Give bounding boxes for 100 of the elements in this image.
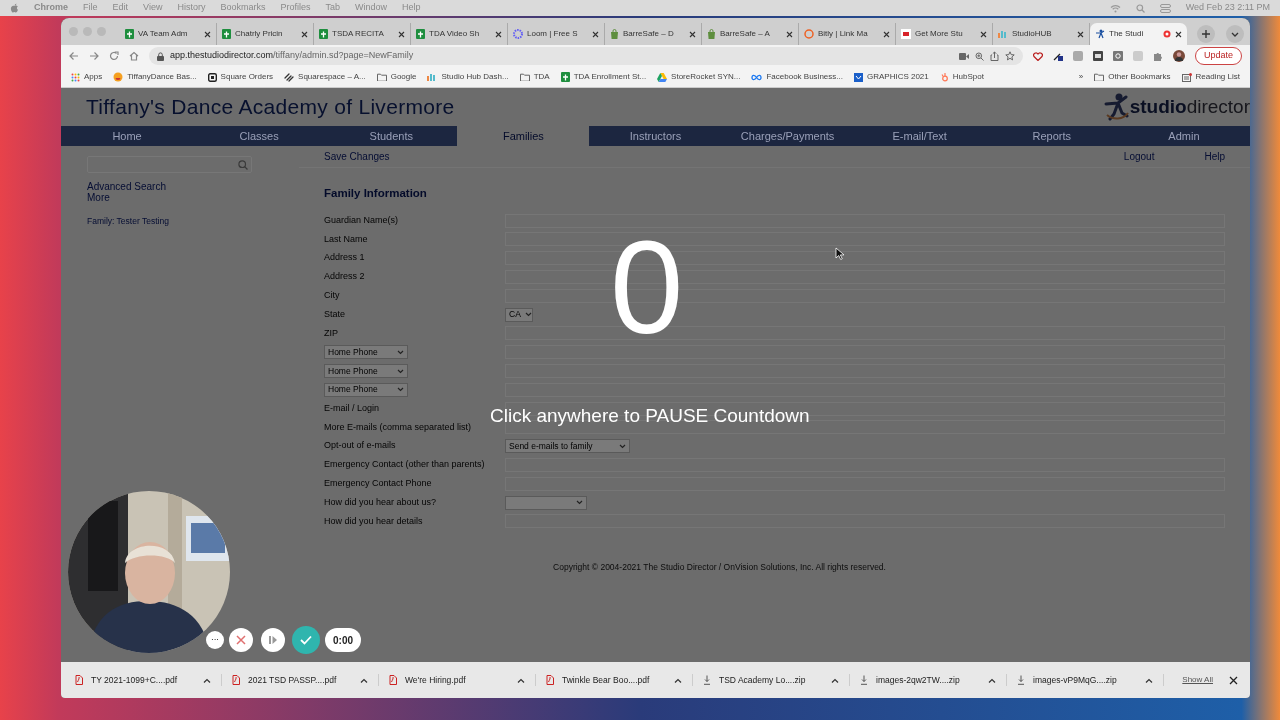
dropdown-select[interactable]: Send e-mails to family bbox=[505, 439, 630, 454]
close-icon[interactable] bbox=[786, 30, 793, 38]
download-file-name[interactable]: Twinkle Bear Boo....pdf bbox=[562, 673, 666, 687]
bookmark[interactable]: Square Orders bbox=[207, 71, 274, 83]
url-text: app.thestudiodirector.com/tiffany/admin.sd?page=NewFamily bbox=[170, 49, 414, 63]
chevron-up-icon[interactable] bbox=[203, 677, 211, 683]
bookmarks-overflow-button[interactable]: » bbox=[1078, 71, 1084, 83]
countdown-message[interactable]: Click anywhere to PAUSE Countdown bbox=[490, 402, 810, 431]
pdf-file-icon[interactable] bbox=[546, 675, 554, 685]
download-file-name[interactable]: TSD Academy Lo....zip bbox=[719, 673, 823, 687]
address-bar[interactable]: app.thestudiodirector.com/tiffany/admin.sd?page=NewFamily bbox=[149, 47, 1023, 65]
search-field[interactable] bbox=[87, 156, 252, 173]
chevron-up-icon[interactable] bbox=[360, 677, 368, 683]
new-tab-icon[interactable] bbox=[1197, 25, 1215, 43]
nav-tab[interactable]: Home bbox=[61, 126, 194, 146]
chevron-up-icon[interactable] bbox=[988, 677, 996, 683]
nav-tab[interactable]: Families bbox=[457, 126, 590, 146]
bookmark[interactable]: Facebook Business... bbox=[751, 71, 843, 83]
shopping-bag-icon bbox=[610, 29, 619, 39]
nav-tab[interactable]: Admin bbox=[1117, 126, 1250, 146]
download-file-name[interactable]: We're Hiring.pdf bbox=[405, 673, 509, 687]
apple-icon[interactable] bbox=[10, 3, 19, 13]
bookmark[interactable]: HubSpot bbox=[939, 71, 984, 83]
nav-tab[interactable]: Students bbox=[325, 126, 458, 146]
nav-tab[interactable]: Classes bbox=[193, 126, 326, 146]
phone-type-select[interactable]: Home Phone bbox=[324, 345, 408, 360]
nav-tab[interactable]: Reports bbox=[985, 126, 1118, 146]
close-icon[interactable] bbox=[980, 30, 987, 38]
save-changes-link[interactable]: Save Changes bbox=[324, 149, 390, 164]
sidebar-link[interactable]: Advanced Search bbox=[87, 181, 299, 192]
pdf-file-icon[interactable] bbox=[232, 675, 240, 685]
bars-icon bbox=[427, 73, 438, 81]
folder-icon bbox=[1094, 73, 1105, 81]
download-file-icon[interactable] bbox=[1017, 675, 1025, 685]
star-icon[interactable] bbox=[1004, 51, 1015, 61]
bookmark[interactable]: TDA bbox=[519, 71, 550, 83]
home-icon[interactable] bbox=[129, 51, 139, 61]
nav-tab[interactable]: E-mail/Text bbox=[853, 126, 986, 146]
nav-tab[interactable]: Instructors bbox=[589, 126, 722, 146]
bookmark[interactable]: GRAPHICS 2021 bbox=[853, 71, 929, 83]
close-icon[interactable] bbox=[301, 30, 308, 38]
close-icon[interactable] bbox=[1175, 30, 1182, 38]
pdf-file-icon[interactable] bbox=[75, 675, 83, 685]
tab-search-icon[interactable] bbox=[1226, 25, 1244, 43]
pdf-file-icon[interactable] bbox=[389, 675, 397, 685]
close-icon[interactable] bbox=[1077, 30, 1084, 38]
close-icon[interactable] bbox=[495, 30, 502, 38]
other-bookmarks[interactable]: Other Bookmarks bbox=[1094, 71, 1171, 83]
tab-title: The Studi bbox=[1109, 28, 1145, 40]
bookmark[interactable]: Squarespace – A... bbox=[284, 71, 366, 83]
phone-type-select[interactable]: Home Phone bbox=[324, 364, 408, 378]
download-file-icon[interactable] bbox=[703, 675, 711, 685]
reading-list[interactable]: Reading List bbox=[1181, 71, 1240, 83]
download-file-name[interactable]: 2021 TSD PASSP....pdf bbox=[248, 673, 352, 687]
bookmark[interactable]: Google bbox=[376, 71, 417, 83]
heart-icon[interactable] bbox=[1032, 51, 1043, 61]
puzzle-icon[interactable] bbox=[1152, 51, 1163, 61]
triangle-icon bbox=[657, 72, 668, 82]
close-icon[interactable] bbox=[1229, 675, 1238, 685]
browser-tab[interactable]: The Studi bbox=[1090, 23, 1187, 45]
close-icon[interactable] bbox=[689, 30, 696, 38]
field-label: ZIP bbox=[324, 326, 339, 340]
forward-icon[interactable] bbox=[89, 51, 99, 61]
studio-director-logo[interactable]: studiodirector bbox=[1103, 92, 1250, 122]
bookmark[interactable]: Apps bbox=[71, 71, 103, 83]
nav-tab[interactable]: Charges/Payments bbox=[721, 126, 854, 146]
avatar-icon[interactable] bbox=[1172, 50, 1185, 62]
chevron-up-icon[interactable] bbox=[517, 677, 525, 683]
download-file-icon[interactable] bbox=[860, 675, 868, 685]
camera-icon[interactable] bbox=[958, 52, 969, 60]
state-select[interactable]: CA bbox=[505, 307, 533, 322]
share-icon[interactable] bbox=[989, 51, 999, 61]
eyedropper-icon[interactable] bbox=[1052, 51, 1063, 61]
download-file-name[interactable]: images-2qw2TW....zip bbox=[876, 673, 980, 687]
bookmark[interactable]: Studio Hub Dash... bbox=[427, 71, 509, 83]
close-icon[interactable] bbox=[883, 30, 890, 38]
sidebar-link[interactable]: More bbox=[87, 192, 299, 203]
bookmark[interactable]: TDA Enrollment St... bbox=[560, 71, 647, 83]
reload-icon[interactable] bbox=[109, 51, 119, 61]
bookmark[interactable]: TiffanyDance Bas... bbox=[113, 71, 197, 83]
bookmark[interactable]: StoreRocket SYN... bbox=[657, 71, 741, 83]
chevron-up-icon[interactable] bbox=[674, 677, 682, 683]
close-icon[interactable] bbox=[204, 30, 211, 38]
chevron-up-icon[interactable] bbox=[1145, 677, 1153, 683]
search-icon[interactable] bbox=[238, 159, 248, 170]
help-link[interactable]: Help bbox=[1204, 149, 1225, 164]
back-icon[interactable] bbox=[69, 51, 79, 61]
chevron-up-icon[interactable] bbox=[831, 677, 839, 683]
logout-link[interactable]: Logout bbox=[1123, 149, 1155, 164]
zoom-icon[interactable] bbox=[974, 51, 984, 61]
card-extension-icon[interactable] bbox=[1092, 51, 1103, 61]
phone-type-select[interactable]: Home Phone bbox=[324, 382, 408, 397]
family-link[interactable]: Family: Tester Testing bbox=[87, 215, 299, 228]
close-icon[interactable] bbox=[398, 30, 405, 38]
close-icon[interactable] bbox=[592, 30, 599, 38]
update-button[interactable]: Update bbox=[1194, 47, 1242, 65]
download-file-name[interactable]: images-vP9MqG....zip bbox=[1033, 673, 1137, 687]
tab-title: Get More Stu bbox=[915, 28, 964, 40]
show-all-link[interactable]: Show All bbox=[1166, 674, 1229, 686]
download-file-name[interactable]: TY 2021-1099+C....pdf bbox=[91, 673, 195, 687]
